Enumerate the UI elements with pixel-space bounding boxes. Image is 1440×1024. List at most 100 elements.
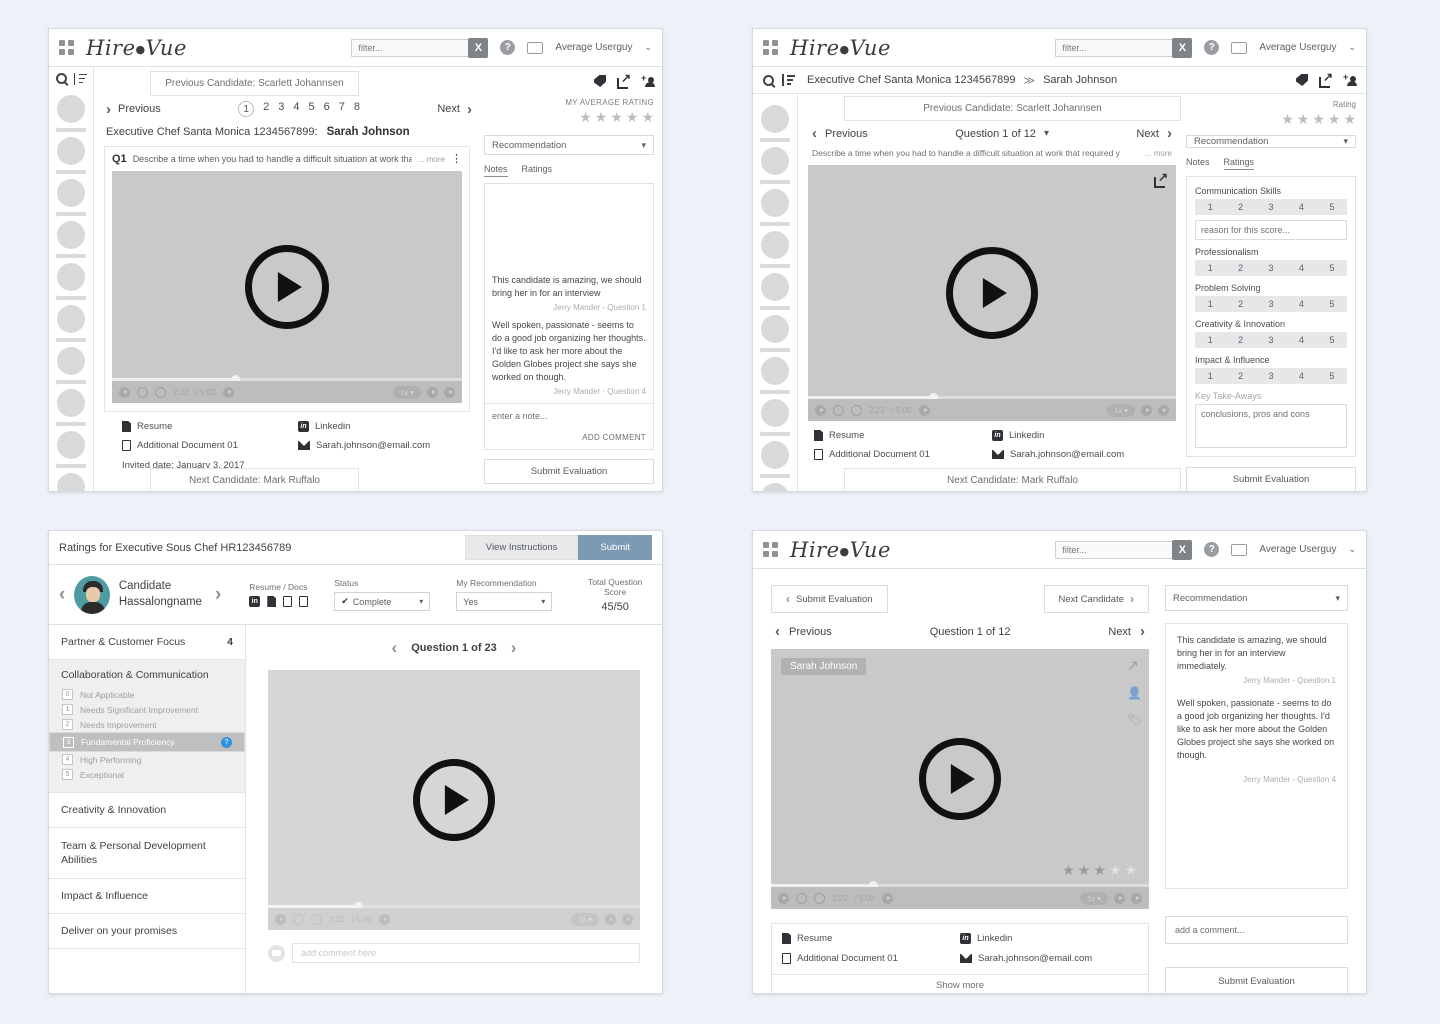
star-icon[interactable]: ★	[1124, 863, 1137, 877]
rating-option-1[interactable]: 1 Needs Significant Improvement	[61, 702, 233, 717]
candidate-rail-list[interactable]	[49, 90, 93, 491]
volume-icon[interactable]	[918, 404, 930, 416]
recommendation-select[interactable]: Recommendation ▾	[484, 135, 654, 155]
comment-input[interactable]: add comment here	[292, 943, 640, 963]
filter-input[interactable]	[1055, 38, 1174, 57]
video-player[interactable]: 2:22 / 5:00 1x ▾	[808, 165, 1176, 421]
rating-scale-impact[interactable]: 1 2 3 4 5	[1195, 368, 1347, 384]
filter-input[interactable]	[1055, 540, 1174, 559]
playback-speed[interactable]: 1x ▾	[1080, 891, 1108, 905]
fullscreen-icon[interactable]	[444, 386, 455, 398]
play-icon[interactable]	[919, 738, 1001, 820]
star-icon[interactable]: ★	[1062, 863, 1075, 877]
clear-filter-button[interactable]: X	[1172, 37, 1193, 58]
share-icon[interactable]	[1319, 70, 1333, 88]
rewind-icon[interactable]	[796, 892, 807, 904]
recommendation-select[interactable]: Yes ▾	[456, 592, 553, 611]
help-icon[interactable]: ?	[1204, 542, 1220, 557]
fullscreen-icon[interactable]	[622, 913, 633, 925]
note-input[interactable]: enter a note...	[492, 411, 646, 421]
rating-2[interactable]: 2	[1225, 199, 1255, 215]
help-icon[interactable]: ?	[221, 736, 232, 748]
category-team-personal-development[interactable]: Team & Personal Development Abilities	[49, 828, 245, 880]
share-icon[interactable]	[1154, 170, 1168, 188]
page-7[interactable]: 7	[339, 101, 345, 117]
rating-5[interactable]: 5	[1317, 199, 1347, 215]
rating-stars[interactable]: ★ ★ ★ ★ ★	[1186, 112, 1356, 126]
next-candidate-chevron-icon[interactable]: ›	[215, 585, 221, 604]
category-impact-influence[interactable]: Impact & Influence	[49, 879, 245, 915]
volume-icon[interactable]	[881, 892, 893, 904]
rating-scale-problem-solving[interactable]: 1 2 3 4 5	[1195, 296, 1347, 312]
video-controls[interactable]: 2:22 / 5:00 1x ▾	[268, 908, 640, 930]
rating-option-0[interactable]: 0 Not Applicable	[61, 687, 233, 702]
play-icon[interactable]	[413, 759, 495, 841]
rating-2[interactable]: 2	[1225, 296, 1255, 312]
video-player[interactable]: Sarah Johnson ★ ★ ★ ★ ★	[771, 649, 1149, 909]
add-user-icon[interactable]: +	[641, 74, 655, 87]
page-2[interactable]: 2	[263, 101, 269, 117]
comment-input[interactable]: add a comment...	[1165, 916, 1348, 944]
rating-3[interactable]: 3	[1256, 368, 1286, 384]
star-icon[interactable]: ★	[1109, 863, 1122, 877]
previous-chevron-icon[interactable]: ›	[106, 102, 111, 117]
search-icon[interactable]	[763, 74, 774, 86]
rating-2[interactable]: 2	[1225, 332, 1255, 348]
next-question-chevron-icon[interactable]: ›	[511, 639, 517, 656]
star-icon[interactable]: ★	[626, 110, 639, 124]
status-select[interactable]: ✔ Complete ▾	[334, 592, 431, 611]
rating-option-3[interactable]: 3 Fundamental Proficiency?	[49, 732, 245, 752]
comment-composer[interactable]: add comment here	[268, 943, 640, 963]
rating-1[interactable]: 1	[1195, 199, 1225, 215]
inbox-icon[interactable]	[1231, 543, 1248, 556]
recommendation-select[interactable]: Recommendation ▾	[1186, 135, 1356, 148]
contact-linkedin[interactable]: in Linkedin	[960, 933, 1138, 944]
star-icon[interactable]: ★	[595, 110, 608, 124]
star-icon[interactable]: ★	[1093, 863, 1106, 877]
recommendation-select[interactable]: Recommendation ▾	[1165, 585, 1348, 611]
attachment-resume[interactable]: Resume	[782, 933, 960, 944]
rating-5[interactable]: 5	[1317, 260, 1347, 276]
view-instructions-button[interactable]: View Instructions	[464, 535, 579, 560]
tab-ratings[interactable]: Ratings	[522, 164, 553, 177]
note-composer[interactable]: enter a note... ADD COMMENT	[485, 403, 653, 449]
list-item[interactable]	[753, 226, 797, 268]
tab-ratings[interactable]: Ratings	[1223, 157, 1255, 170]
submit-evaluation-button[interactable]: Submit Evaluation	[484, 459, 654, 484]
contact-email[interactable]: Sarah.johnson@email.com	[992, 449, 1170, 460]
add-comment-button[interactable]: ADD COMMENT	[492, 433, 646, 442]
rating-2[interactable]: 2	[1225, 260, 1255, 276]
rating-1[interactable]: 1	[1195, 368, 1225, 384]
document-outline-icon[interactable]	[283, 596, 293, 607]
volume-icon[interactable]	[378, 913, 390, 925]
search-icon[interactable]	[55, 73, 67, 85]
next-chevron-icon[interactable]: ›	[1167, 126, 1172, 141]
list-item[interactable]	[753, 394, 797, 436]
tab-notes[interactable]: Notes	[484, 164, 508, 177]
help-icon[interactable]: ?	[500, 40, 516, 55]
list-item[interactable]	[753, 268, 797, 310]
submit-button[interactable]: Submit	[578, 535, 652, 560]
user-menu-label[interactable]: Average Userguy	[1259, 42, 1336, 53]
reason-input-communication[interactable]: reason for this score...	[1195, 220, 1347, 240]
playback-speed[interactable]: 1x ▾	[1107, 403, 1135, 417]
chevron-down-icon[interactable]: ▾	[1044, 128, 1049, 139]
play-button[interactable]	[778, 892, 789, 904]
star-icon[interactable]: ★	[1297, 112, 1310, 126]
rating-3[interactable]: 3	[1256, 332, 1286, 348]
fullscreen-icon[interactable]	[1158, 404, 1169, 416]
next-candidate-banner[interactable]: Next Candidate: Mark Ruffalo	[150, 468, 359, 491]
rating-4[interactable]: 4	[1286, 260, 1316, 276]
more-link[interactable]: ... more	[418, 155, 445, 164]
kebab-menu-icon[interactable]: ⋮	[451, 154, 462, 165]
breadcrumb-candidate[interactable]: Sarah Johnson	[1043, 74, 1117, 86]
tab-notes[interactable]: Notes	[1186, 157, 1210, 170]
page-4[interactable]: 4	[293, 101, 299, 117]
list-item[interactable]	[49, 342, 93, 385]
rating-3[interactable]: 3	[1256, 296, 1286, 312]
list-item[interactable]	[49, 174, 93, 217]
next-label[interactable]: Next	[437, 103, 460, 115]
play-icon[interactable]	[946, 247, 1038, 339]
pagination[interactable]: 1 2 3 4 5 6 7 8	[238, 101, 360, 117]
list-item[interactable]	[753, 352, 797, 394]
